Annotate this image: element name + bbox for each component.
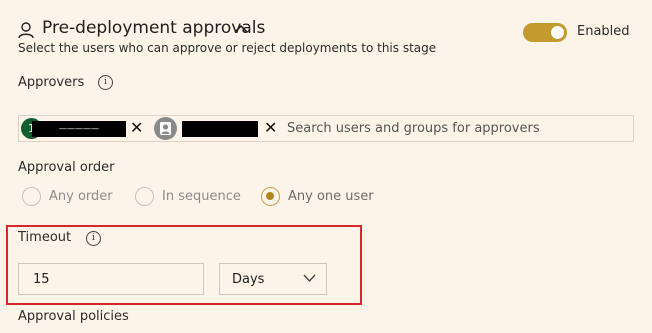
radio-label: Any order xyxy=(49,189,113,204)
timeout-unit-value: Days xyxy=(232,272,265,287)
radio-button[interactable] xyxy=(135,187,154,206)
close-icon[interactable]: ✕ xyxy=(130,119,143,137)
user-avatar-icon xyxy=(154,117,177,140)
radio-button-selected[interactable] xyxy=(261,187,280,206)
radio-label: Any one user xyxy=(288,189,374,204)
radio-label: In sequence xyxy=(162,189,241,204)
chevron-up-icon[interactable] xyxy=(234,24,248,34)
approver-name-redacted xyxy=(182,121,258,137)
radio-any-one-user[interactable]: Any one user xyxy=(261,187,374,206)
approval-order-label: Approval order xyxy=(18,160,115,175)
close-icon[interactable]: ✕ xyxy=(264,119,277,137)
section-title: Pre-deployment approvals xyxy=(42,18,266,38)
chevron-down-icon xyxy=(303,274,316,282)
toggle-knob xyxy=(551,26,564,39)
radio-in-sequence[interactable]: In sequence xyxy=(135,187,241,206)
info-icon[interactable]: i xyxy=(86,231,101,246)
approver-name-redacted: ————— xyxy=(32,121,126,137)
info-icon[interactable]: i xyxy=(98,75,113,90)
timeout-label: Timeout xyxy=(18,230,72,245)
approver-search-input[interactable] xyxy=(287,119,627,137)
timeout-value-input[interactable] xyxy=(18,263,204,295)
approval-policies-label: Approval policies xyxy=(18,309,129,324)
section-description: Select the users who can approve or reje… xyxy=(18,41,437,55)
radio-any-order[interactable]: Any order xyxy=(22,187,113,206)
approvers-label: Approvers xyxy=(18,75,85,90)
enabled-toggle[interactable] xyxy=(523,23,567,42)
radio-button[interactable] xyxy=(22,187,41,206)
person-icon xyxy=(18,22,34,39)
toggle-label: Enabled xyxy=(577,24,630,39)
